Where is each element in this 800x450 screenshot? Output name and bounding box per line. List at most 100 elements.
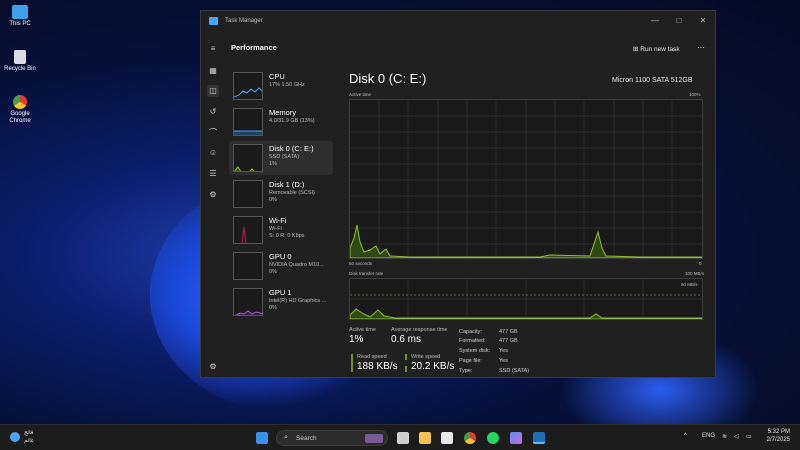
cpu-thumbnail-graph xyxy=(233,72,263,100)
battery-icon[interactable]: ▭ xyxy=(746,433,752,440)
device-gpu-1[interactable]: GPU 1 Intel(R) HD Graphics ... 0% xyxy=(229,285,333,319)
page-title: Performance xyxy=(231,43,277,52)
active-time-max: 100% xyxy=(689,92,701,97)
language-indicator[interactable]: ENG xyxy=(702,433,715,439)
device-usage: 0% xyxy=(269,197,277,203)
clock-date: 2/7/2025 xyxy=(766,436,790,443)
search-highlight-icon xyxy=(365,434,383,443)
chrome-icon xyxy=(13,95,27,109)
whatsapp-icon[interactable] xyxy=(487,432,499,444)
zero-label: 0 xyxy=(699,261,702,266)
prop-system-disk-label: System disk: xyxy=(459,348,491,354)
stat-label: Average response time xyxy=(391,327,448,333)
device-usage: 0% xyxy=(269,269,277,275)
gpu0-thumbnail-graph xyxy=(233,252,263,280)
wifi-thumbnail-graph xyxy=(233,216,263,244)
device-memory[interactable]: Memory 4.0/31.9 GB (13%) xyxy=(229,105,333,139)
maximize-button[interactable]: □ xyxy=(673,15,685,27)
device-info: Intel(R) HD Graphics ... xyxy=(269,298,327,304)
run-new-task-button[interactable]: ⊞ Run new task xyxy=(633,45,680,53)
prop-page-file-label: Page file: xyxy=(459,358,482,364)
title-bar[interactable]: Task Manager — □ ✕ xyxy=(201,11,715,31)
transfer-rate-plot xyxy=(350,279,702,319)
settings-icon[interactable]: ⚙ xyxy=(207,361,219,373)
copilot-icon[interactable] xyxy=(510,432,522,444)
device-disk-0[interactable]: Disk 0 (C: E:) SSD (SATA) 1% xyxy=(229,141,333,175)
run-new-task-label: Run new task xyxy=(640,46,680,53)
startup-apps-icon[interactable]: ⌒ xyxy=(207,127,219,139)
desktop-icon-recycle-bin[interactable]: Recycle Bin xyxy=(4,50,36,73)
clock[interactable]: 5:32 PM 2/7/2025 xyxy=(767,429,790,445)
prop-system-disk-value: Yes xyxy=(499,348,508,354)
stat-write-speed: Write speed 20.2 KB/s xyxy=(405,354,454,372)
device-info: Wi-Fi xyxy=(269,226,282,232)
details-icon[interactable]: ☰ xyxy=(207,168,219,180)
app-history-icon[interactable]: ↺ xyxy=(207,106,219,118)
prop-capacity-label: Capacity: xyxy=(459,329,482,335)
weather-icon xyxy=(10,432,20,442)
prop-formatted-label: Formatted: xyxy=(459,338,486,344)
performance-icon[interactable]: ◫ xyxy=(207,85,219,97)
processes-icon[interactable]: ▦ xyxy=(207,65,219,77)
taskbar: فاتح غائم ⌕ Search ^ ENG ≋ ◁ ▭ 5:32 PM 2… xyxy=(0,424,800,450)
prop-capacity-value: 477 GB xyxy=(499,329,518,335)
task-view-icon[interactable] xyxy=(397,432,409,444)
stat-value: 0.6 ms xyxy=(391,334,422,345)
device-name: Disk 1 (D:) xyxy=(269,180,305,189)
desktop-icon-this-pc[interactable]: This PC xyxy=(4,5,36,28)
device-gpu-0[interactable]: GPU 0 NVIDIA Quadro M10... 0% xyxy=(229,249,333,283)
task-manager-taskbar-icon[interactable] xyxy=(533,432,545,444)
hamburger-icon[interactable]: ≡ xyxy=(207,43,219,55)
desktop-background: This PC Recycle Bin Google Chrome Task M… xyxy=(0,0,800,424)
start-button[interactable] xyxy=(256,432,268,444)
device-cpu[interactable]: CPU 17% 1.50 GHz xyxy=(229,69,333,103)
device-wifi[interactable]: Wi-Fi Wi-Fi S: 0 R: 0 Kbps xyxy=(229,213,333,247)
run-task-icon: ⊞ xyxy=(633,46,639,53)
stat-label: Write speed xyxy=(411,354,441,360)
users-icon[interactable]: ☺ xyxy=(207,147,219,159)
desktop-icon-chrome[interactable]: Google Chrome xyxy=(4,95,36,125)
transfer-rate-label: Disk transfer rate xyxy=(349,271,384,276)
search-box[interactable]: ⌕ Search xyxy=(276,430,388,446)
seconds-label: 60 seconds xyxy=(349,261,373,266)
device-info: SSD (SATA) xyxy=(269,154,300,160)
volume-icon[interactable]: ◁ xyxy=(734,433,739,440)
disk0-thumbnail-graph xyxy=(233,144,263,172)
search-icon: ⌕ xyxy=(284,434,288,441)
recycle-bin-icon xyxy=(14,50,26,64)
stat-read-speed: Read speed 188 KB/s xyxy=(351,354,398,372)
minimize-button[interactable]: — xyxy=(649,15,661,27)
file-explorer-icon[interactable] xyxy=(419,432,431,444)
weather-widget[interactable]: فاتح غائم xyxy=(10,429,50,447)
notepad-icon[interactable] xyxy=(441,432,453,444)
active-time-plot xyxy=(350,100,702,258)
disk1-thumbnail-graph xyxy=(233,180,263,208)
weather-line-2: غائم xyxy=(24,438,34,444)
prop-type-label: Type: xyxy=(459,368,473,374)
disk-model: Micron 1100 SATA 512GB xyxy=(612,77,693,84)
search-placeholder: Search xyxy=(296,435,317,442)
stat-label: Read speed xyxy=(357,354,387,360)
device-name: GPU 0 xyxy=(269,252,292,261)
desktop-icon-label: Google Chrome xyxy=(9,111,31,124)
stat-label: Active time xyxy=(349,327,376,333)
transfer-rate-mid: 60 MB/s xyxy=(681,282,698,287)
more-options-button[interactable]: ··· xyxy=(697,43,705,52)
wifi-icon[interactable]: ≋ xyxy=(722,433,727,440)
desktop-icon-label: Recycle Bin xyxy=(4,66,36,72)
window-title: Task Manager xyxy=(225,18,263,24)
close-button[interactable]: ✕ xyxy=(697,15,709,27)
show-hidden-icons[interactable]: ^ xyxy=(684,433,687,439)
device-name: Wi-Fi xyxy=(269,216,287,225)
device-info: Removable (SCSI) xyxy=(269,190,315,196)
transfer-rate-graph xyxy=(349,278,703,320)
services-icon[interactable]: ⚙ xyxy=(207,189,219,201)
gpu1-thumbnail-graph xyxy=(233,288,263,316)
device-info: NVIDIA Quadro M10... xyxy=(269,262,324,268)
memory-thumbnail-graph xyxy=(233,108,263,136)
prop-type-value: SSD (SATA) xyxy=(499,368,530,374)
detail-title: Disk 0 (C: E:) xyxy=(349,71,427,86)
device-usage: 1% xyxy=(269,161,277,167)
chrome-icon[interactable] xyxy=(464,432,476,444)
device-disk-1[interactable]: Disk 1 (D:) Removable (SCSI) 0% xyxy=(229,177,333,211)
